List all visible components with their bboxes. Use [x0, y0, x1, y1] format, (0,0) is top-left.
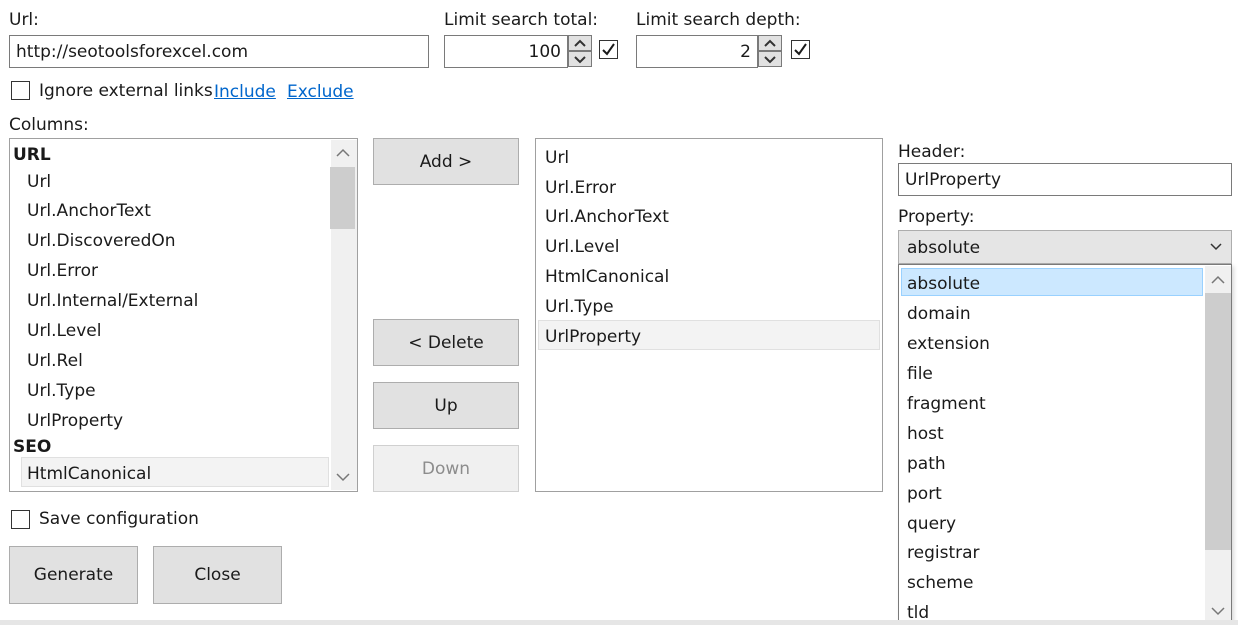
dropdown-option[interactable]: fragment [907, 394, 986, 414]
property-select-value: absolute [907, 238, 981, 258]
column-item[interactable]: UrlProperty [27, 411, 123, 431]
limit-total-input[interactable] [444, 35, 568, 68]
include-link[interactable]: Include [214, 82, 276, 102]
selected-column-item[interactable]: HtmlCanonical [545, 267, 669, 287]
window-bottom-edge [0, 620, 1238, 625]
url-label: Url: [9, 10, 39, 30]
property-select[interactable]: absolute [898, 230, 1232, 264]
limit-total-up-button[interactable] [568, 35, 592, 51]
generate-button[interactable]: Generate [9, 546, 138, 604]
limit-depth-input[interactable] [636, 35, 758, 68]
column-item[interactable]: Url.Type [27, 381, 96, 401]
selected-column-item[interactable]: Url.Error [545, 178, 616, 198]
chevron-up-icon[interactable] [1210, 274, 1226, 286]
dropdown-option[interactable]: host [907, 424, 944, 444]
chevron-down-icon[interactable] [1210, 605, 1226, 617]
checkmark-icon [794, 43, 807, 56]
checkmark-icon [602, 43, 615, 56]
save-configuration-label: Save configuration [39, 509, 199, 529]
limit-depth-checkbox[interactable] [791, 40, 810, 59]
column-item[interactable]: Url.DiscoveredOn [27, 231, 176, 251]
limit-depth-spinner [758, 35, 782, 67]
selected-column-item[interactable]: Url [545, 148, 569, 168]
column-item[interactable]: Url.Error [27, 261, 98, 281]
columns-label: Columns: [9, 115, 89, 135]
dropdown-option[interactable]: extension [907, 334, 990, 354]
dropdown-option[interactable]: port [907, 484, 942, 504]
group-header-seo: SEO [13, 437, 52, 457]
property-label: Property: [898, 207, 975, 227]
selected-column-item[interactable]: UrlProperty [545, 327, 641, 347]
limit-depth-label: Limit search depth: [636, 10, 801, 30]
dropdown-option[interactable]: file [907, 364, 933, 384]
down-button[interactable]: Down [373, 445, 519, 492]
arrow-down-icon [574, 56, 586, 64]
ignore-external-checkbox[interactable] [11, 81, 30, 100]
dropdown-option[interactable]: path [907, 454, 946, 474]
dropdown-scrollbar-thumb[interactable] [1205, 293, 1231, 550]
column-item[interactable]: Url.Level [27, 321, 101, 341]
limit-depth-up-button[interactable] [758, 35, 782, 51]
limit-total-label: Limit search total: [444, 10, 599, 30]
limit-total-down-button[interactable] [568, 51, 592, 67]
column-item[interactable]: HtmlCanonical [27, 464, 151, 484]
chevron-up-icon[interactable] [335, 147, 351, 159]
up-button[interactable]: Up [373, 382, 519, 429]
group-header-url: URL [13, 145, 51, 165]
ignore-external-label: Ignore external links [39, 81, 213, 101]
limit-total-checkbox[interactable] [599, 40, 618, 59]
selected-column-item[interactable]: Url.Level [545, 237, 619, 257]
arrow-up-icon [764, 39, 776, 47]
property-dropdown[interactable]: absolute domain extension file fragment … [898, 264, 1232, 624]
dropdown-option[interactable]: absolute [907, 274, 980, 294]
selected-column-item[interactable]: Url.Type [545, 297, 614, 317]
selected-columns-listbox[interactable]: Url Url.Error Url.AnchorText Url.Level H… [535, 138, 883, 492]
columns-listbox[interactable]: URL Url Url.AnchorText Url.DiscoveredOn … [9, 138, 358, 492]
close-button[interactable]: Close [153, 546, 282, 604]
columns-scrollbar-thumb[interactable] [330, 167, 355, 229]
arrow-down-icon [764, 56, 776, 64]
column-item[interactable]: Url [27, 172, 51, 192]
add-button[interactable]: Add > [373, 138, 519, 185]
limit-total-spinner [568, 35, 592, 67]
dropdown-option[interactable]: domain [907, 304, 971, 324]
save-configuration-checkbox[interactable] [11, 510, 30, 529]
dropdown-option[interactable]: registrar [907, 543, 980, 563]
chevron-down-icon [1210, 243, 1222, 251]
dropdown-option[interactable]: query [907, 514, 956, 534]
selected-column-item[interactable]: Url.AnchorText [545, 207, 669, 227]
url-input[interactable] [9, 35, 429, 68]
column-item[interactable]: Url.AnchorText [27, 201, 151, 221]
arrow-up-icon [574, 39, 586, 47]
header-label: Header: [898, 142, 966, 162]
header-input[interactable] [898, 163, 1232, 196]
column-item[interactable]: Url.Rel [27, 351, 83, 371]
dropdown-option[interactable]: scheme [907, 573, 973, 593]
column-item[interactable]: Url.Internal/External [27, 291, 198, 311]
exclude-link[interactable]: Exclude [287, 82, 354, 102]
limit-depth-down-button[interactable] [758, 51, 782, 67]
delete-button[interactable]: < Delete [373, 319, 519, 366]
chevron-down-icon[interactable] [335, 471, 351, 483]
